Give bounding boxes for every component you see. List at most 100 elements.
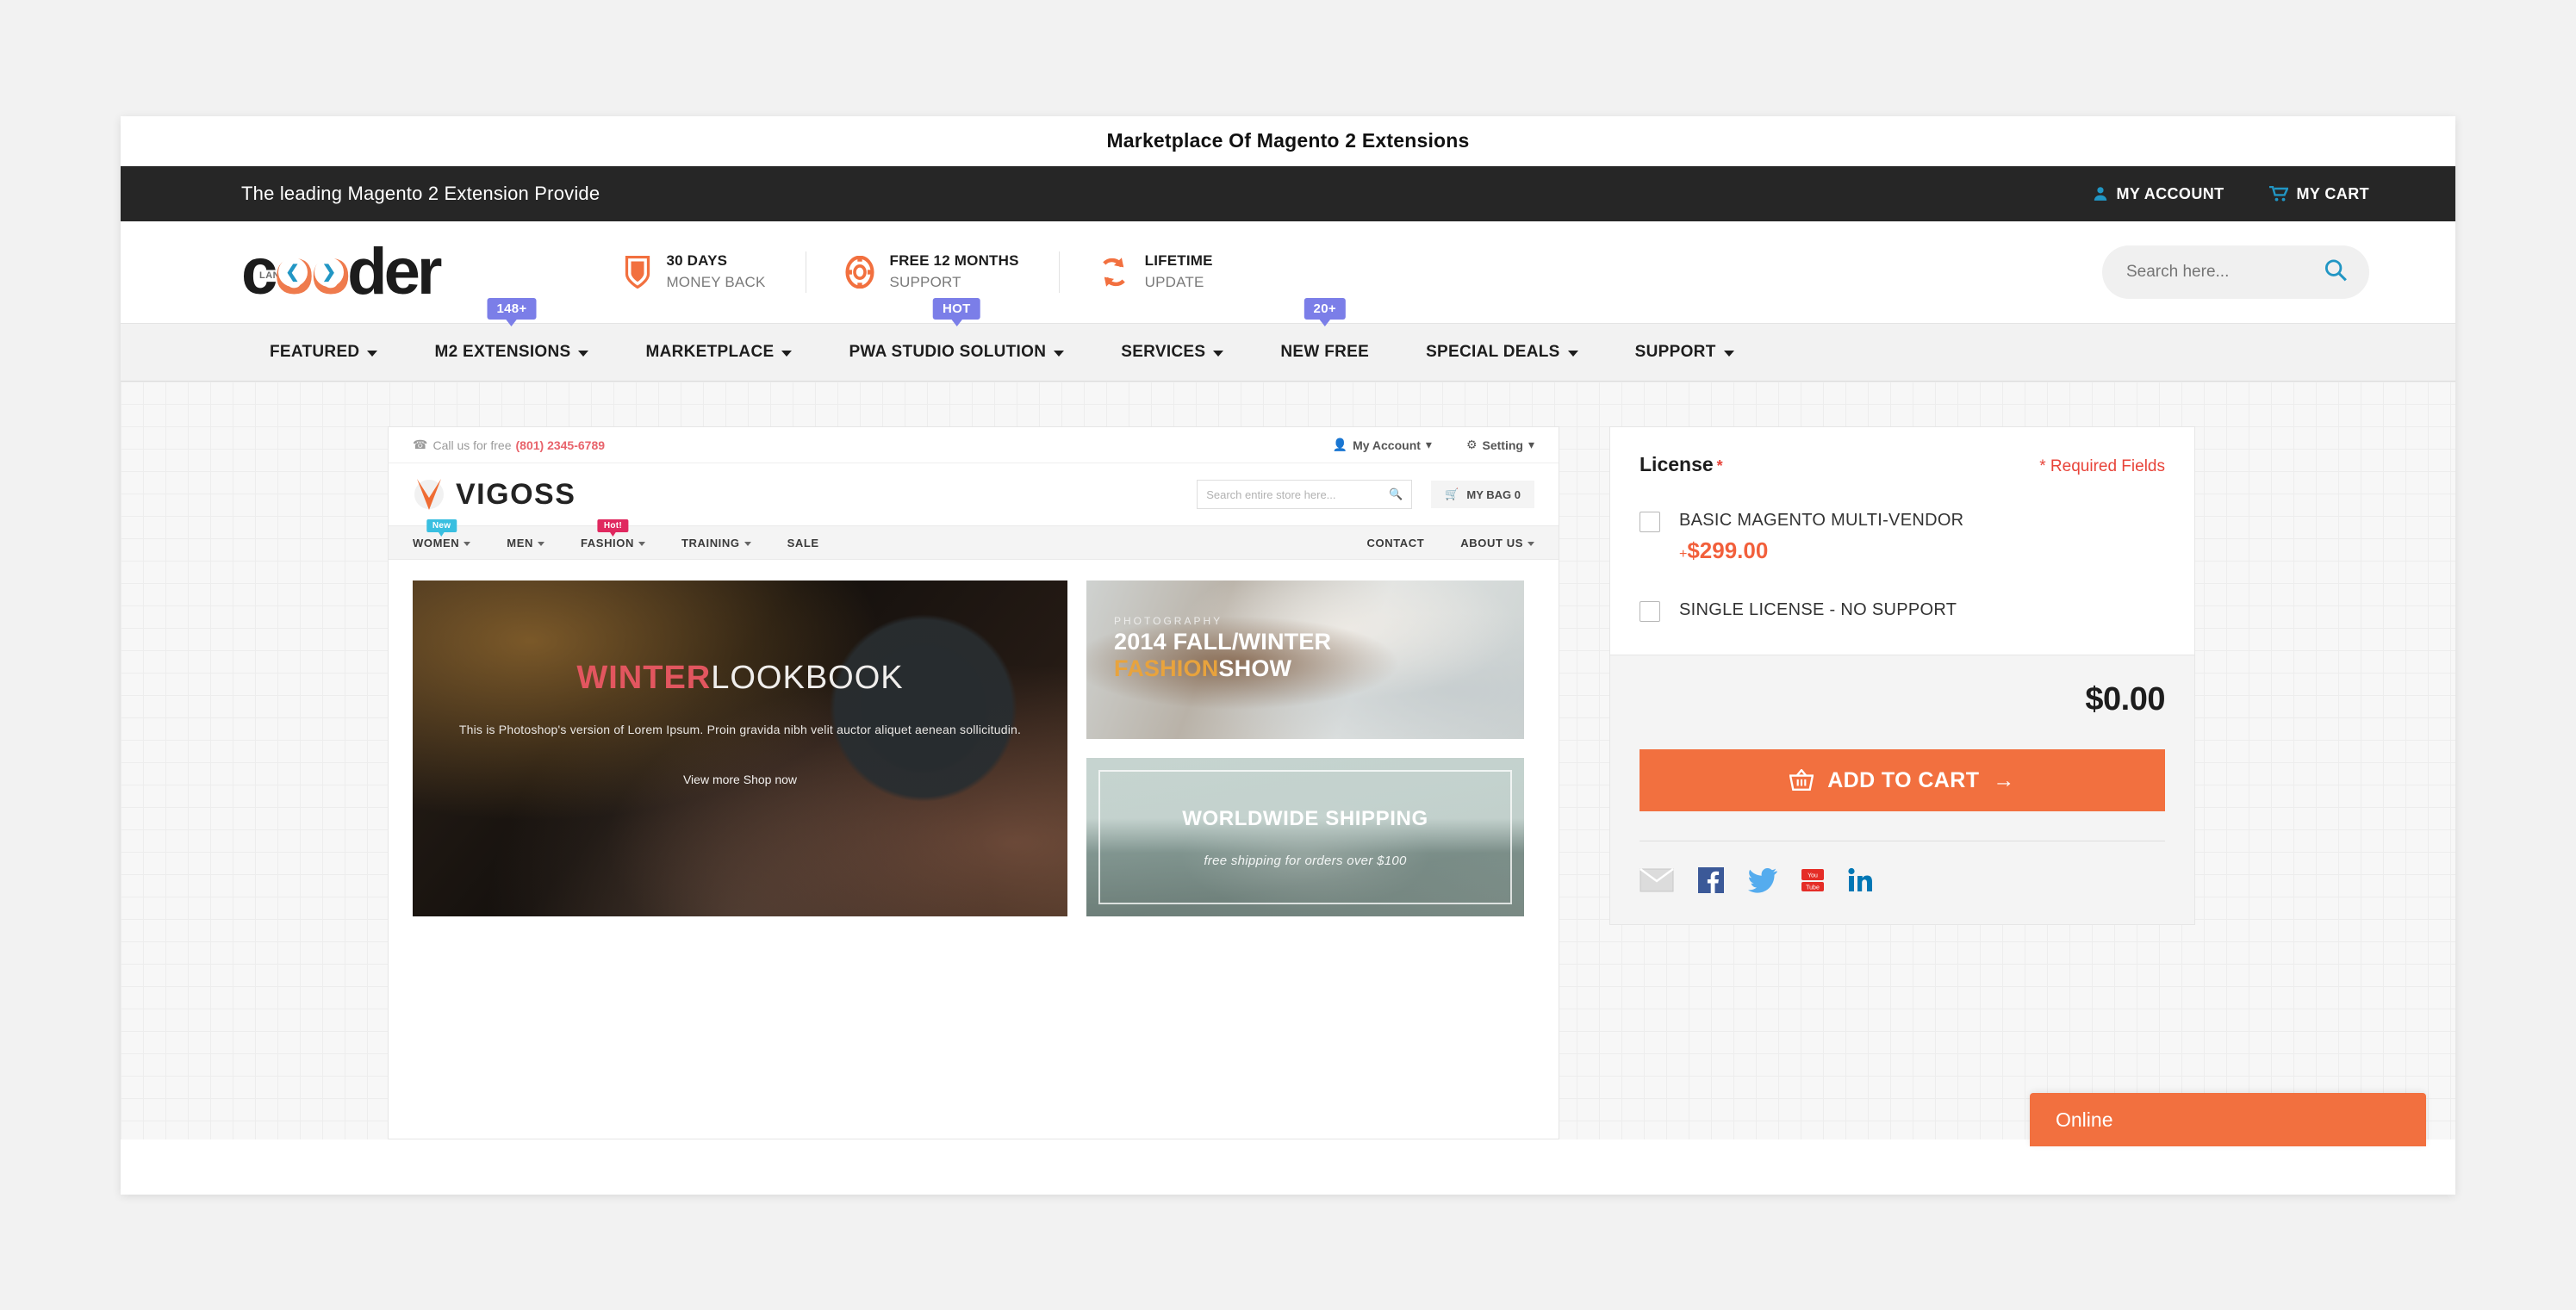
preview-call-label: Call us for free xyxy=(432,438,512,452)
feature-update: LIFETIME UPDATE xyxy=(1059,251,1253,293)
nav-item-m2-extensions[interactable]: 148+ M2 EXTENSIONS xyxy=(406,298,617,381)
license-option-name: SINGLE LICENSE - NO SUPPORT xyxy=(1679,600,1957,619)
preview-search-icon[interactable]: 🔍 xyxy=(1389,487,1403,501)
license-checkbox-single[interactable] xyxy=(1640,601,1660,622)
chevron-down-icon xyxy=(638,541,645,546)
license-label-text: License xyxy=(1640,453,1714,475)
phone-icon: ☎ xyxy=(413,438,428,451)
hero-cta-link[interactable]: View more Shop now xyxy=(413,773,1067,786)
preview-nav-badge-new: New xyxy=(426,518,457,532)
add-to-cart-button[interactable]: ADD TO CART → xyxy=(1640,749,2165,811)
preview-nav-sale[interactable]: SALE xyxy=(787,537,819,549)
page-title: Marketplace Of Magento 2 Extensions xyxy=(1106,129,1470,152)
nav-label: PWA STUDIO SOLUTION xyxy=(849,343,1047,361)
preview-setting[interactable]: ⚙ Setting ▾ xyxy=(1466,438,1534,452)
preview-nav-men[interactable]: MEN xyxy=(507,537,544,549)
feature-title: 30 DAYS xyxy=(666,252,728,270)
preview-nav-label: TRAINING xyxy=(681,536,740,549)
shipping-title: WORLDWIDE SHIPPING xyxy=(1182,806,1428,830)
chevron-down-icon xyxy=(1528,541,1534,546)
chevron-right-icon: ❯ xyxy=(314,258,344,287)
grand-total-price: $0.00 xyxy=(2085,681,2165,717)
site-logo[interactable]: c LAND OF o❮ o❯ der xyxy=(241,235,442,308)
youtube-icon[interactable]: You Tube xyxy=(1801,867,1824,893)
license-checkbox-basic[interactable] xyxy=(1640,512,1660,532)
preview-search-input[interactable]: Search entire store here... 🔍 xyxy=(1197,480,1413,509)
preview-nav-fashion[interactable]: Hot! FASHION xyxy=(581,518,645,549)
chevron-down-icon xyxy=(744,541,751,546)
site-header: c LAND OF o❮ o❯ der 30 DAYS MONEY BACK xyxy=(121,221,2455,323)
nav-item-services[interactable]: SERVICES xyxy=(1092,324,1252,381)
chevron-down-icon xyxy=(1567,351,1578,357)
preview-nav-label: CONTACT xyxy=(1366,536,1425,549)
browser-window: Marketplace Of Magento 2 Extensions The … xyxy=(121,116,2455,1195)
linkedin-icon[interactable] xyxy=(1848,867,1872,893)
promo-tile-fashion-show[interactable]: PHOTOGRAPHY 2014 FALL/WINTER FASHIONSHOW xyxy=(1086,580,1524,739)
nav-item-featured[interactable]: FEATURED xyxy=(241,324,406,381)
live-chat-widget[interactable]: Online xyxy=(2030,1093,2426,1146)
preview-bag-button[interactable]: 🛒 MY BAG 0 xyxy=(1431,481,1534,508)
preview-header: VIGOSS Search entire store here... 🔍 🛒 M… xyxy=(389,463,1559,525)
my-cart-link[interactable]: MY CART xyxy=(2268,185,2369,203)
email-icon[interactable] xyxy=(1640,868,1674,892)
shipping-subtitle: free shipping for orders over $100 xyxy=(1204,853,1407,868)
facebook-icon[interactable] xyxy=(1698,867,1724,893)
preview-nav-about-us[interactable]: ABOUT US xyxy=(1460,537,1534,549)
promo-tile-worldwide-shipping[interactable]: WORLDWIDE SHIPPING free shipping for ord… xyxy=(1086,758,1524,916)
nav-item-pwa-studio-solution[interactable]: HOT PWA STUDIO SOLUTION xyxy=(820,298,1092,381)
nav-item-special-deals[interactable]: SPECIAL DEALS xyxy=(1397,324,1607,381)
feature-subtitle: UPDATE xyxy=(1144,274,1204,290)
logo-suffix-der: der xyxy=(347,235,442,308)
preview-navigation: New WOMEN MEN Hot! FASHION TRAINING SALE xyxy=(389,518,1559,560)
logo-letter-o2: o❯ xyxy=(311,239,351,305)
chevron-down-icon xyxy=(578,351,589,357)
add-to-cart-label: ADD TO CART xyxy=(1827,767,1980,792)
license-option-single[interactable]: SINGLE LICENSE - NO SUPPORT xyxy=(1640,599,2165,622)
header-features: 30 DAYS MONEY BACK FREE 12 MONTHS SUPPOR… xyxy=(585,251,1252,293)
arrow-right-icon: → xyxy=(1993,767,2015,792)
preview-nav-badge-label: Hot! xyxy=(603,520,623,531)
svg-text:Tube: Tube xyxy=(1806,885,1820,891)
preview-nav-label: ABOUT US xyxy=(1460,536,1523,549)
preview-bag-label: MY BAG 0 xyxy=(1466,487,1521,501)
search-icon[interactable] xyxy=(2324,259,2347,286)
chevron-down-icon xyxy=(464,541,471,546)
license-option-basic[interactable]: BASIC MAGENTO MULTI-VENDOR +$299.00 xyxy=(1640,509,2165,564)
page-content: ☎ Call us for free (801) 2345-6789 👤 My … xyxy=(121,382,2455,1146)
nav-label: SUPPORT xyxy=(1634,343,1716,361)
preview-nav-women[interactable]: New WOMEN xyxy=(413,518,471,549)
feature-title: LIFETIME xyxy=(1144,252,1213,270)
tile-line-1: 2014 FALL/WINTER xyxy=(1114,629,1332,655)
social-share-bar: You Tube xyxy=(1640,841,2165,893)
nav-label: SERVICES xyxy=(1121,343,1206,361)
nav-item-new-free[interactable]: 20+ NEW FREE xyxy=(1252,298,1397,381)
nav-item-support[interactable]: SUPPORT xyxy=(1607,324,1763,381)
feature-support: FREE 12 MONTHS SUPPORT xyxy=(806,251,1059,293)
feature-subtitle: MONEY BACK xyxy=(666,274,766,290)
chevron-left-icon: ❮ xyxy=(277,258,308,287)
preview-phone: (801) 2345-6789 xyxy=(515,438,606,452)
feature-subtitle: SUPPORT xyxy=(889,274,961,290)
preview-setting-label: Setting xyxy=(1482,438,1523,452)
main-navigation: FEATURED 148+ M2 EXTENSIONS MARKETPLACE … xyxy=(121,298,2455,382)
chevron-down-icon xyxy=(1054,351,1065,357)
preview-nav-badge-hot: Hot! xyxy=(597,518,629,532)
preview-my-account[interactable]: 👤 My Account ▾ xyxy=(1333,438,1432,452)
preview-nav-training[interactable]: TRAINING xyxy=(681,537,751,549)
nav-item-marketplace[interactable]: MARKETPLACE xyxy=(617,324,820,381)
svg-text:You: You xyxy=(1808,873,1818,879)
nav-label: NEW FREE xyxy=(1280,343,1370,361)
hero-banner[interactable]: WINTERLOOKBOOK This is Photoshop's versi… xyxy=(413,580,1067,916)
nav-badge: 20+ xyxy=(1304,298,1346,320)
preview-nav-contact[interactable]: CONTACT xyxy=(1367,537,1425,549)
price-plus-sign: + xyxy=(1679,547,1688,562)
my-account-link[interactable]: MY ACCOUNT xyxy=(2093,185,2224,203)
license-option-name: BASIC MAGENTO MULTI-VENDOR xyxy=(1679,511,1964,530)
header-search[interactable] xyxy=(2102,245,2369,299)
preview-brand-logo[interactable]: VIGOSS xyxy=(413,475,576,513)
license-label: License * xyxy=(1640,453,1723,476)
twitter-icon[interactable] xyxy=(1748,867,1777,893)
utility-topbar: The leading Magento 2 Extension Provide … xyxy=(121,166,2455,221)
preview-utility-bar: ☎ Call us for free (801) 2345-6789 👤 My … xyxy=(389,427,1559,463)
preview-nav-badge-label: New xyxy=(432,520,451,531)
